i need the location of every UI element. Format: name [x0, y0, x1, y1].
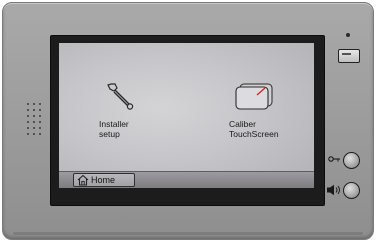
speaker-grille — [25, 101, 43, 137]
wrench-icon — [107, 83, 134, 110]
intercom-monitor: Installer setup Caliber TouchScreen Home — [2, 2, 374, 240]
talk-speaker-icon — [327, 184, 340, 196]
key-icon — [328, 156, 340, 162]
base-strip — [13, 232, 363, 235]
home-label: Home — [91, 175, 116, 185]
taskbar: Home — [59, 171, 314, 188]
installer-setup-app[interactable]: Installer setup — [99, 79, 179, 149]
touch-screen: Installer setup Caliber TouchScreen Home — [59, 43, 314, 188]
unlock-button[interactable] — [343, 152, 360, 169]
caliber-touchscreen-label: Caliber TouchScreen — [229, 119, 279, 139]
home-button[interactable]: Home — [73, 173, 135, 187]
status-led — [346, 33, 350, 37]
talk-button[interactable] — [343, 182, 360, 199]
camera-sensor — [338, 49, 360, 63]
touchscreen-icon — [235, 83, 273, 110]
caliber-touchscreen-app[interactable]: Caliber TouchScreen — [229, 79, 309, 149]
screen-bezel: Installer setup Caliber TouchScreen Home — [50, 35, 325, 206]
home-icon — [77, 174, 89, 186]
installer-setup-label: Installer setup — [99, 119, 129, 139]
